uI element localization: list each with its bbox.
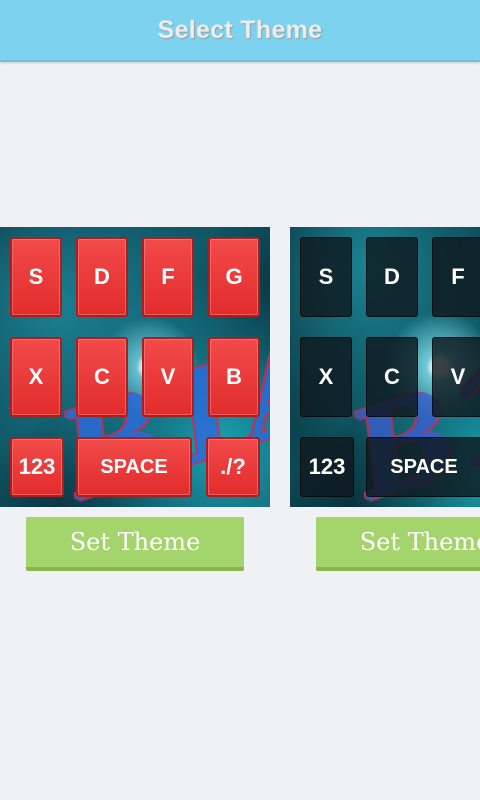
theme-card-dark[interactable]: B1A S D F X C V 123 SPACE Set Theme: [290, 227, 480, 577]
set-theme-button-1[interactable]: Set Theme: [26, 517, 244, 571]
key-x: X: [300, 337, 352, 417]
key-s: S: [300, 237, 352, 317]
theme-card-red[interactable]: B1A S D F G X C V B 123 SPACE ./? Set Th…: [0, 227, 270, 577]
theme-carousel[interactable]: B1A S D F G X C V B 123 SPACE ./? Set Th…: [0, 227, 480, 587]
key-123: 123: [300, 437, 354, 497]
key-c: C: [76, 337, 128, 417]
key-123: 123: [10, 437, 64, 497]
key-space: SPACE: [366, 437, 480, 497]
theme-preview-red[interactable]: B1A S D F G X C V B 123 SPACE ./?: [0, 227, 270, 507]
top-bar: Select Theme: [0, 0, 480, 62]
key-punctuation: ./?: [206, 437, 260, 497]
key-space: SPACE: [76, 437, 192, 497]
key-d: D: [76, 237, 128, 317]
set-theme-button-2[interactable]: Set Theme: [316, 517, 480, 571]
key-v: V: [432, 337, 480, 417]
page-title: Select Theme: [157, 15, 323, 44]
key-s: S: [10, 237, 62, 317]
key-x: X: [10, 337, 62, 417]
key-g: G: [208, 237, 260, 317]
key-d: D: [366, 237, 418, 317]
key-f: F: [142, 237, 194, 317]
theme-preview-dark[interactable]: B1A S D F X C V 123 SPACE: [290, 227, 480, 507]
key-b: B: [208, 337, 260, 417]
key-f: F: [432, 237, 480, 317]
key-v: V: [142, 337, 194, 417]
key-c: C: [366, 337, 418, 417]
